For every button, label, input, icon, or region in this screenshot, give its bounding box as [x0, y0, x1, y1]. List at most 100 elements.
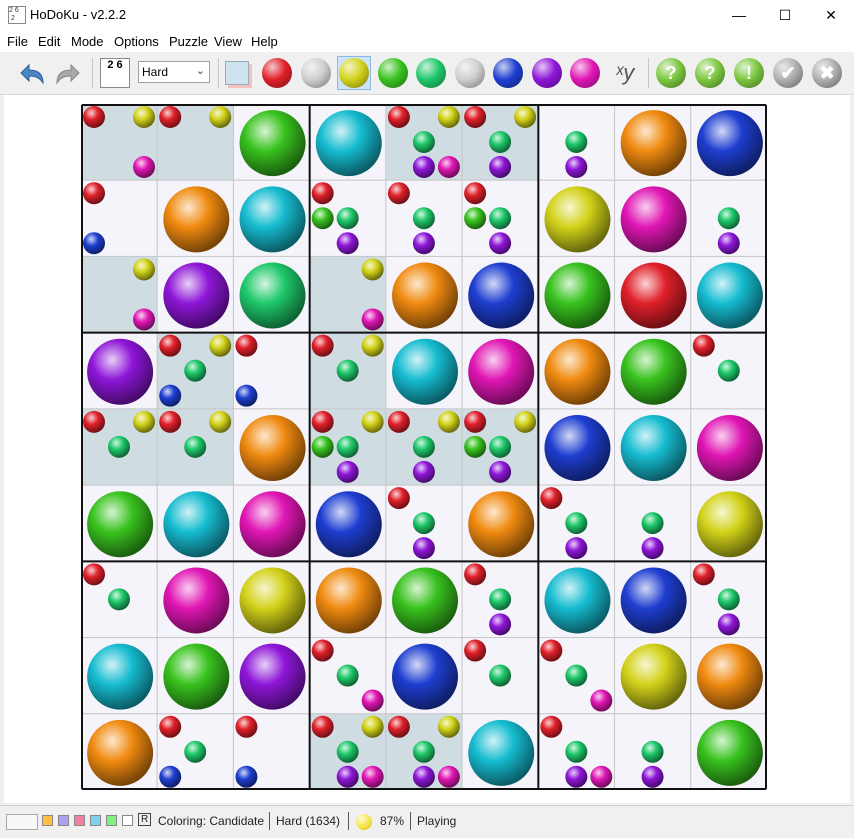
cell-value-ball: [696, 262, 763, 329]
candidate-ball: [412, 537, 435, 560]
candidate-ball: [159, 765, 182, 788]
color-yellow-button[interactable]: [337, 56, 371, 90]
color-swatch[interactable]: [74, 815, 85, 826]
color-blue-button[interactable]: [491, 56, 525, 90]
menu-edit[interactable]: Edit: [38, 34, 60, 49]
candidate-ball: [412, 740, 435, 763]
color-purple-button[interactable]: [530, 56, 564, 90]
hint-concrete-button[interactable]: ?: [693, 56, 727, 90]
cell-value-ball: [163, 491, 230, 558]
level-select[interactable]: Hard ⌄: [138, 61, 210, 83]
color-magenta-button[interactable]: [568, 56, 602, 90]
cell-value-ball: [315, 110, 382, 177]
candidate-ball: [336, 207, 359, 230]
color-swatch[interactable]: [90, 815, 101, 826]
candidate-ball: [437, 106, 460, 128]
solve-step-button[interactable]: ✔: [771, 56, 805, 90]
progress-percent: 87%: [380, 814, 405, 828]
candidate-ball: [692, 563, 715, 586]
hint-vague-button[interactable]: ?: [654, 56, 688, 90]
cell-value-ball: [468, 719, 535, 786]
menu-bar: File Edit Mode Options Puzzle View Help: [0, 31, 854, 52]
menu-help[interactable]: Help: [251, 34, 278, 49]
color-emerald-button[interactable]: [414, 56, 448, 90]
close-button[interactable]: ✕: [808, 0, 854, 31]
sudoku-grid[interactable]: [81, 104, 767, 790]
cell-value-ball: [239, 110, 306, 177]
menu-options[interactable]: Options: [114, 34, 159, 49]
candidate-ball: [133, 156, 155, 178]
candidate-ball: [159, 106, 182, 128]
candidate-ball: [464, 106, 487, 128]
reset-colors-button[interactable]: R: [138, 813, 152, 826]
menu-puzzle[interactable]: Puzzle: [169, 34, 208, 49]
candidate-ball: [336, 740, 359, 763]
coloring-mode-label[interactable]: Coloring: Candidate: [158, 814, 264, 828]
candidate-ball: [437, 410, 460, 433]
cell-value-ball: [544, 338, 611, 405]
color-silver-button[interactable]: [299, 56, 333, 90]
menu-file[interactable]: File: [7, 34, 28, 49]
check-icon: ✔: [773, 58, 803, 88]
xy-chain-button[interactable]: ˣy: [608, 56, 642, 90]
color-green-button[interactable]: [376, 56, 410, 90]
candidate-ball: [565, 740, 588, 763]
candidate-ball: [235, 765, 258, 788]
candidate-ball: [83, 106, 105, 128]
candidate-ball: [159, 410, 182, 433]
cell-value-ball: [392, 338, 458, 405]
candidate-ball: [133, 410, 155, 433]
cell-value-ball: [239, 643, 306, 710]
menu-view[interactable]: View: [214, 34, 242, 49]
candidate-ball: [489, 588, 512, 611]
cell-value-ball: [239, 262, 306, 329]
status-bar: R Coloring: Candidate Hard (1634) 87% Pl…: [0, 805, 854, 838]
candidate-ball: [717, 588, 740, 611]
exclamation-icon: !: [734, 58, 764, 88]
cell-value-ball: [620, 643, 687, 710]
cell-value-ball: [696, 110, 763, 177]
candidate-ball: [464, 639, 487, 662]
cell-value-ball: [163, 186, 230, 253]
hint-show-button[interactable]: !: [732, 56, 766, 90]
candidate-ball: [387, 487, 410, 510]
menu-mode[interactable]: Mode: [71, 34, 104, 49]
candidate-ball: [565, 765, 588, 788]
candidate-ball: [311, 207, 334, 230]
candidate-ball: [412, 232, 435, 255]
cell-value-ball: [239, 567, 306, 634]
candidate-ball: [235, 384, 258, 407]
candidate-ball: [540, 639, 563, 662]
color-swatch-blank[interactable]: [6, 814, 38, 830]
color-red-button[interactable]: [260, 56, 294, 90]
redo-button[interactable]: [52, 56, 86, 90]
candidate-ball: [412, 131, 435, 153]
candidate-ball: [387, 106, 410, 128]
game-state-label: Playing: [417, 814, 457, 828]
cell-value-ball: [620, 338, 687, 405]
color-silver-button[interactable]: [453, 56, 487, 90]
color-swatch[interactable]: [122, 815, 133, 826]
candidate-ball: [692, 334, 715, 357]
color-swatch[interactable]: [58, 815, 69, 826]
candidate-ball: [464, 207, 487, 230]
candidate-ball: [412, 207, 435, 230]
cell-value-ball: [87, 719, 154, 786]
candidate-ball: [108, 435, 130, 458]
candidate-ball: [464, 435, 487, 458]
candidate-ball: [209, 410, 232, 433]
candidate-ball: [641, 512, 664, 535]
level-icon-button[interactable]: 2 6: [98, 56, 132, 90]
candidate-ball: [336, 435, 359, 458]
eraser-icon: [225, 61, 249, 85]
maximize-button[interactable]: ☐: [762, 0, 808, 31]
color-swatch[interactable]: [106, 815, 117, 826]
candidate-ball: [387, 715, 410, 738]
cell-value-ball: [620, 415, 687, 481]
color-swatch[interactable]: [42, 815, 53, 826]
candidate-ball: [336, 359, 359, 382]
minimize-button[interactable]: —: [716, 0, 762, 31]
eraser-color-button[interactable]: [220, 56, 254, 90]
undo-button[interactable]: [14, 56, 48, 90]
abort-button[interactable]: ✖: [810, 56, 844, 90]
